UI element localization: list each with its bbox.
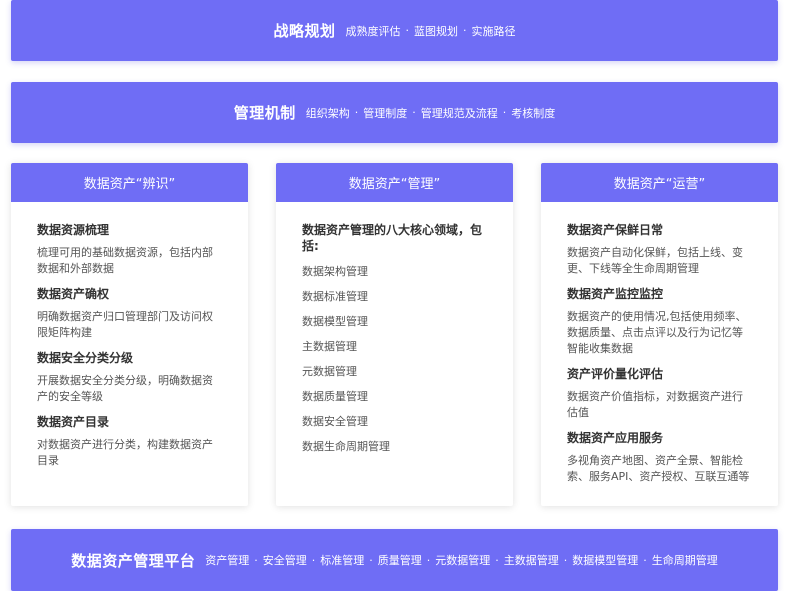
section-title: 数据资产保鲜日常 xyxy=(567,223,664,237)
strategy-item: 成熟度评估 xyxy=(345,24,401,38)
separator-dot: · xyxy=(563,553,568,567)
domain-item: 元数据管理 xyxy=(302,365,357,378)
separator-dot: · xyxy=(369,553,373,567)
platform-item: 安全管理 xyxy=(262,554,307,567)
manage-card: 数据资产“管理” 数据资产管理的八大核心领域，包括: 数据架构管理 数据标准管理… xyxy=(276,163,513,506)
platform-item: 资产管理 xyxy=(205,554,250,567)
domain-item: 数据生命周期管理 xyxy=(302,440,390,453)
domain-item: 主数据管理 xyxy=(302,340,357,353)
separator-dot: · xyxy=(643,553,647,567)
platform-item: 质量管理 xyxy=(377,554,422,567)
mechanism-band: 管理机制 组织架构 · 管理制度 · 管理规范及流程 · 考核制度 xyxy=(11,82,778,143)
strategy-title: 战略规划 xyxy=(273,22,336,40)
separator-dot: · xyxy=(354,106,359,119)
section-desc: 梳理可用的基础数据资源，包括内部数据和外部数据 xyxy=(37,246,213,275)
operate-card: 数据资产“运营” 数据资产保鲜日常 数据资产自动化保鲜，包括上线、变更、下线等全… xyxy=(541,163,778,506)
platform-title: 数据资产管理平台 xyxy=(71,551,196,570)
separator-dot: · xyxy=(412,106,416,119)
platform-item: 生命周期管理 xyxy=(651,554,718,567)
section-title: 数据安全分类分级 xyxy=(37,351,134,365)
platform-item: 元数据管理 xyxy=(435,554,491,567)
domains-intro: 数据资产管理的八大核心领域，包括: xyxy=(302,223,483,253)
separator-dot: · xyxy=(463,24,467,37)
operate-card-body: 数据资产保鲜日常 数据资产自动化保鲜，包括上线、变更、下线等全生命周期管理 数据… xyxy=(541,202,778,485)
section-title: 数据资产监控监控 xyxy=(567,287,664,301)
section-desc: 数据资产自动化保鲜，包括上线、变更、下线等全生命周期管理 xyxy=(567,246,743,275)
mechanism-item: 管理规范及流程 xyxy=(420,106,498,120)
separator-dot: · xyxy=(502,106,507,119)
mechanism-item: 考核制度 xyxy=(511,106,556,120)
strategy-band: 战略规划 成熟度评估 · 蓝图规划 · 实施路径 xyxy=(11,0,778,61)
domain-item: 数据质量管理 xyxy=(302,390,368,403)
section-desc: 数据资产价值指标，对数据资产进行估值 xyxy=(567,390,743,419)
strategy-item: 蓝图规划 xyxy=(414,24,458,38)
separator-dot: · xyxy=(405,24,410,37)
section-title: 数据资产目录 xyxy=(37,415,110,429)
mechanism-item: 管理制度 xyxy=(363,106,408,120)
manage-card-body: 数据资产管理的八大核心领域，包括: 数据架构管理 数据标准管理 数据模型管理 主… xyxy=(276,202,513,455)
strategy-item: 实施路径 xyxy=(471,24,516,38)
identify-card-header: 数据资产“辨识” xyxy=(11,163,248,202)
section-title: 数据资产确权 xyxy=(37,287,110,301)
domain-item: 数据架构管理 xyxy=(302,265,368,278)
section-desc: 多视角资产地图、资产全景、智能检索、服务API、资产授权、互联互通等 xyxy=(567,454,750,483)
section-title: 资产评价量化评估 xyxy=(567,367,664,381)
identify-card: 数据资产“辨识” 数据资源梳理 梳理可用的基础数据资源，包括内部数据和外部数据 … xyxy=(11,163,248,506)
mechanism-items: 组织架构 · 管理制度 · 管理规范及流程 · 考核制度 xyxy=(306,105,556,121)
platform-item: 数据模型管理 xyxy=(572,554,639,567)
domain-item: 数据安全管理 xyxy=(302,415,368,428)
platform-items: 资产管理 · 安全管理 · 标准管理 · 质量管理 · 元数据管理 · 主数据管… xyxy=(205,552,718,568)
separator-dot: · xyxy=(495,553,499,567)
manage-card-header: 数据资产“管理” xyxy=(276,163,513,202)
operate-card-header: 数据资产“运营” xyxy=(541,163,778,202)
section-desc: 开展数据安全分类分级，明确数据资产的安全等级 xyxy=(37,374,213,403)
platform-band: 数据资产管理平台 资产管理 · 安全管理 · 标准管理 · 质量管理 · 元数据… xyxy=(11,529,778,591)
section-title: 数据资产应用服务 xyxy=(567,431,664,445)
separator-dot: · xyxy=(311,553,316,567)
domain-item: 数据模型管理 xyxy=(302,315,368,328)
section-desc: 明确数据资产归口管理部门及访问权限矩阵构建 xyxy=(37,310,213,339)
section-desc: 数据资产的使用情况,包括使用频率、数据质量、点击点评以及行为记忆等智能收集数据 xyxy=(567,310,747,355)
strategy-items: 成熟度评估 · 蓝图规划 · 实施路径 xyxy=(346,23,516,39)
platform-item: 标准管理 xyxy=(320,554,365,567)
platform-item: 主数据管理 xyxy=(503,554,559,567)
separator-dot: · xyxy=(254,553,258,567)
section-title: 数据资源梳理 xyxy=(37,223,110,237)
identify-card-body: 数据资源梳理 梳理可用的基础数据资源，包括内部数据和外部数据 数据资产确权 明确… xyxy=(11,202,248,469)
section-desc: 对数据资产进行分类，构建数据资产目录 xyxy=(37,438,213,467)
mechanism-title: 管理机制 xyxy=(233,104,296,122)
separator-dot: · xyxy=(426,553,431,567)
mechanism-item: 组织架构 xyxy=(305,106,350,120)
domain-item: 数据标准管理 xyxy=(302,290,368,303)
